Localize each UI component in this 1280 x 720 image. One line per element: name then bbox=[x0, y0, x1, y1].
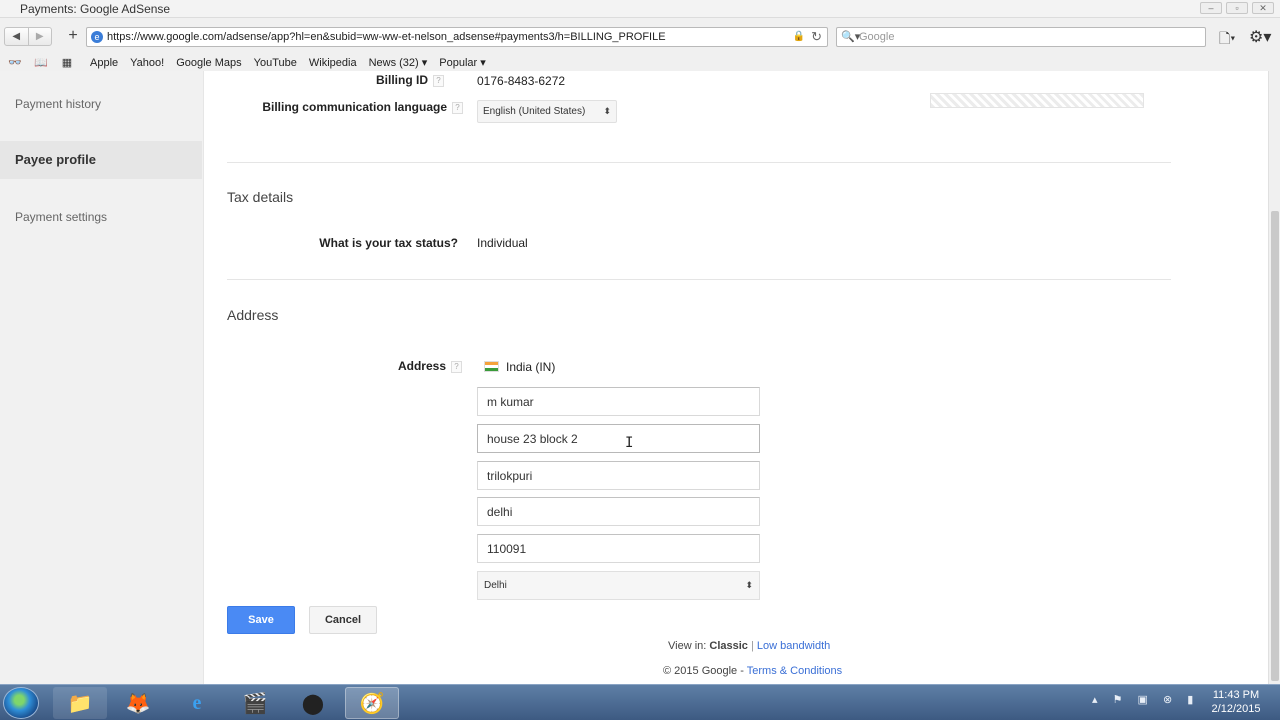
bookmark-google-maps[interactable]: Google Maps bbox=[176, 57, 241, 69]
apps-grid-icon[interactable]: ▦ bbox=[56, 56, 78, 69]
footer-separator: | bbox=[750, 640, 754, 652]
sidebar-item-payment-settings[interactable]: Payment settings bbox=[0, 198, 202, 236]
redacted-block bbox=[930, 93, 1144, 108]
section-divider bbox=[227, 279, 1171, 280]
sidebar-item-payee-profile[interactable]: Payee profile bbox=[0, 141, 202, 179]
close-button[interactable]: ✕ bbox=[1252, 2, 1274, 14]
bookmark-yahoo[interactable]: Yahoo! bbox=[130, 57, 164, 69]
address-section-title: Address bbox=[227, 307, 279, 323]
billing-id-label-text: Billing ID bbox=[376, 73, 428, 87]
cancel-button[interactable]: Cancel bbox=[309, 606, 377, 634]
gear-icon[interactable]: ⚙▾ bbox=[1249, 27, 1271, 47]
bookmarks-bar: 👓 📖 ▦ Apple Yahoo! Google Maps YouTube W… bbox=[0, 54, 1280, 71]
system-tray[interactable]: ▴ ⚑ ▣ ⊗ ▮ bbox=[1092, 693, 1199, 706]
media-player-icon[interactable]: 🎬 bbox=[228, 687, 282, 719]
billing-language-select[interactable]: English (United States) ⬍ bbox=[477, 100, 617, 123]
india-flag-icon bbox=[484, 361, 499, 372]
restore-button[interactable]: ▫ bbox=[1226, 2, 1248, 14]
bookmark-wikipedia[interactable]: Wikipedia bbox=[309, 57, 357, 69]
state-value: Delhi bbox=[484, 580, 507, 591]
copyright-line: © 2015 Google - Terms & Conditions bbox=[663, 665, 842, 677]
billing-language-value: English (United States) bbox=[483, 106, 586, 117]
book-icon[interactable]: 📖 bbox=[30, 56, 52, 69]
search-bar[interactable]: 🔍▾ bbox=[836, 27, 1206, 47]
reload-icon[interactable]: ↻ bbox=[811, 29, 822, 45]
sidebar: Payment history Payee profile Payment se… bbox=[0, 71, 204, 684]
billing-language-label-text: Billing communication language bbox=[262, 100, 447, 114]
select-arrows-icon: ⬍ bbox=[745, 580, 753, 590]
bookmark-popular[interactable]: Popular ▾ bbox=[439, 56, 486, 69]
billing-id-value: 0176-8483-6272 bbox=[477, 74, 566, 88]
help-icon[interactable]: ? bbox=[451, 360, 462, 373]
window-title: Payments: Google AdSense bbox=[20, 2, 171, 16]
address-line1-field[interactable] bbox=[477, 424, 760, 453]
nav-buttons: ◀ ▶ bbox=[4, 27, 52, 46]
taskbar-clock[interactable]: 11:43 PM 2/12/2015 bbox=[1200, 688, 1272, 716]
tax-section-title: Tax details bbox=[227, 189, 294, 205]
forward-button[interactable]: ▶ bbox=[27, 28, 52, 45]
address-line2-field[interactable] bbox=[477, 461, 760, 490]
low-bandwidth-link[interactable]: Low bandwidth bbox=[757, 640, 830, 652]
bookmark-apple[interactable]: Apple bbox=[90, 57, 118, 69]
clock-date: 2/12/2015 bbox=[1211, 703, 1261, 715]
page-content: Payment history Payee profile Payment se… bbox=[0, 71, 1268, 684]
text-cursor-icon: I bbox=[625, 435, 634, 451]
windows-taskbar: 📁 🦊 e 🎬 ⬤ 🧭 ▴ ⚑ ▣ ⊗ ▮ 11:43 PM 2/12/2015 bbox=[0, 684, 1280, 720]
search-icon[interactable]: 🔍▾ bbox=[841, 30, 860, 43]
reading-list-icon[interactable]: 👓 bbox=[4, 56, 26, 69]
minimize-button[interactable]: – bbox=[1200, 2, 1222, 14]
address-bar[interactable]: e https://www.google.com/adsense/app?hl=… bbox=[86, 27, 828, 47]
sidebar-item-payment-history[interactable]: Payment history bbox=[0, 85, 202, 123]
add-bookmark-button[interactable]: + bbox=[63, 27, 83, 46]
address-label-text: Address bbox=[397, 359, 446, 373]
address-url[interactable]: https://www.google.com/adsense/app?hl=en… bbox=[107, 31, 666, 43]
billing-id-label: Billing ID? bbox=[376, 73, 444, 87]
address-state-select[interactable]: Delhi ⬍ bbox=[477, 571, 760, 600]
footer-dash: - bbox=[740, 665, 744, 677]
internet-explorer-icon[interactable]: e bbox=[170, 687, 224, 719]
help-icon[interactable]: ? bbox=[433, 74, 444, 87]
search-input[interactable] bbox=[859, 30, 1189, 44]
chrome-icon[interactable]: ⬤ bbox=[286, 687, 340, 719]
browser-toolbar: ◀ ▶ + e https://www.google.com/adsense/a… bbox=[0, 18, 1280, 54]
lock-icon[interactable]: 🔒 bbox=[793, 31, 805, 42]
country-text: India (IN) bbox=[506, 360, 556, 374]
globe-icon: e bbox=[91, 31, 103, 43]
help-icon[interactable]: ? bbox=[452, 101, 463, 114]
tax-status-label: What is your tax status? bbox=[319, 236, 458, 250]
copyright-text: © 2015 Google bbox=[663, 665, 738, 677]
window-controls: – ▫ ✕ bbox=[1200, 2, 1274, 14]
file-explorer-icon[interactable]: 📁 bbox=[53, 687, 107, 719]
address-label: Address? bbox=[398, 359, 462, 373]
bookmark-youtube[interactable]: YouTube bbox=[254, 57, 297, 69]
view-in-label: View in: bbox=[668, 640, 707, 652]
country-value: India (IN) bbox=[484, 360, 555, 374]
page-scrollbar[interactable] bbox=[1268, 71, 1280, 684]
terms-link[interactable]: Terms & Conditions bbox=[747, 665, 842, 677]
section-divider bbox=[227, 162, 1171, 163]
start-button[interactable] bbox=[3, 687, 39, 719]
safari-icon[interactable]: 🧭 bbox=[345, 687, 399, 719]
address-postal-code-field[interactable] bbox=[477, 534, 760, 563]
scrollbar-thumb[interactable] bbox=[1271, 211, 1279, 681]
window-titlebar: Payments: Google AdSense – ▫ ✕ bbox=[0, 0, 1280, 18]
view-mode-line: View in: Classic | Low bandwidth bbox=[668, 640, 830, 652]
select-arrows-icon: ⬍ bbox=[603, 106, 611, 116]
billing-language-label: Billing communication language? bbox=[262, 100, 463, 114]
save-button[interactable]: Save bbox=[227, 606, 295, 634]
firefox-icon[interactable]: 🦊 bbox=[111, 687, 165, 719]
back-button[interactable]: ◀ bbox=[5, 28, 28, 45]
tax-status-value: Individual bbox=[477, 236, 528, 250]
bookmark-news[interactable]: News (32) ▾ bbox=[369, 56, 428, 69]
page-menu-icon[interactable]: 🗋▾ bbox=[1219, 28, 1235, 52]
clock-time: 11:43 PM bbox=[1212, 689, 1260, 701]
classic-view-label: Classic bbox=[709, 640, 748, 652]
address-city-field[interactable] bbox=[477, 497, 760, 526]
address-name-field[interactable] bbox=[477, 387, 760, 416]
